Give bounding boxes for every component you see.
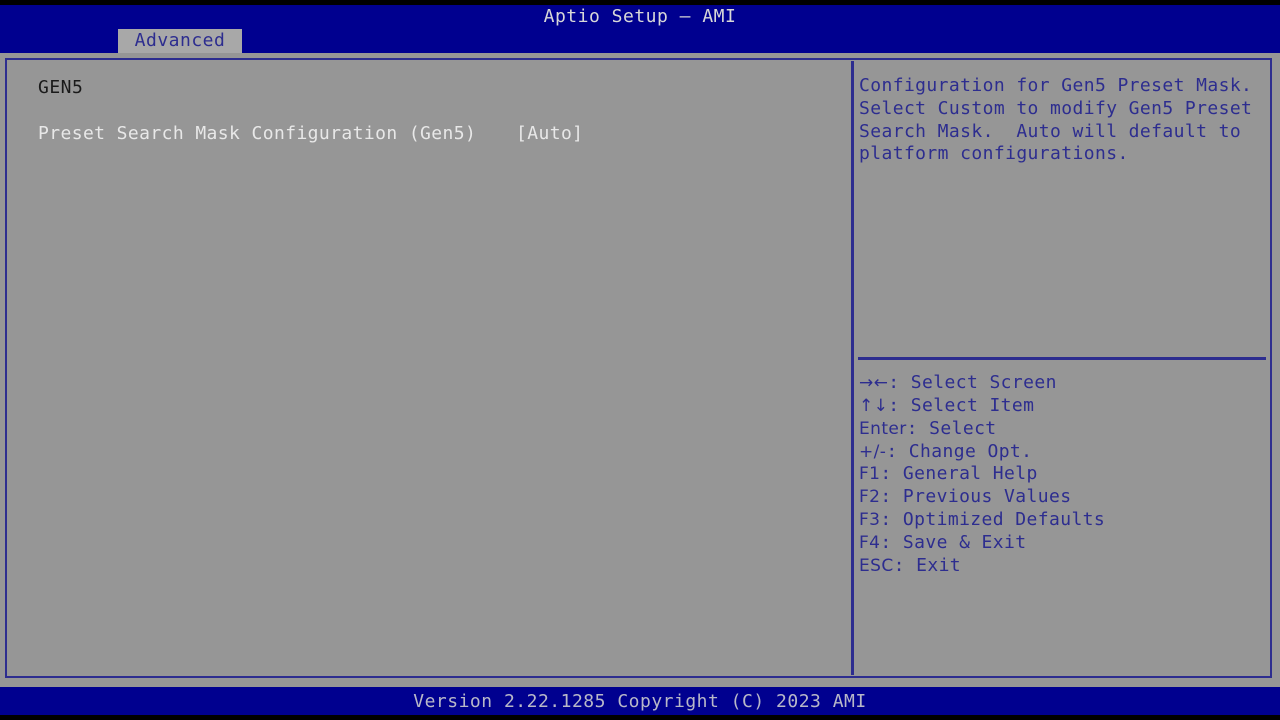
- legend-key-glyph: F4: [859, 532, 881, 553]
- legend-key-glyph: ESC: [859, 555, 894, 576]
- legend-line: ESC: Exit: [859, 555, 1267, 578]
- setting-label: Preset Search Mask Configuration (Gen5): [38, 123, 477, 144]
- legend-separator: :: [880, 463, 903, 485]
- legend-key-glyph: +/-: [859, 441, 887, 462]
- legend-action-label: Optimized Defaults: [902, 509, 1106, 531]
- bios-setup-screen: Aptio Setup – AMI Advanced GEN5 Preset S…: [0, 0, 1280, 720]
- legend-key-glyph: →←: [859, 373, 889, 393]
- help-panel-divider: [858, 357, 1266, 360]
- legend-action-label: Save & Exit: [902, 531, 1027, 553]
- legend-action-label: General Help: [902, 463, 1038, 485]
- group-heading-gen5: GEN5: [38, 77, 84, 98]
- panel-vertical-divider: [851, 61, 854, 675]
- help-panel: Configuration for Gen5 Preset Mask. Sele…: [857, 63, 1267, 673]
- legend-action-label: Select: [929, 417, 997, 439]
- legend-separator: :: [888, 372, 911, 393]
- footer-version: Version 2.22.1285 Copyright (C) 2023 AMI: [413, 691, 867, 712]
- legend-key-glyph: Enter: [859, 418, 907, 439]
- legend-separator: :: [886, 440, 909, 462]
- legend-action-label: Select Item: [910, 394, 1035, 416]
- legend-action-label: Exit: [916, 554, 962, 576]
- legend-separator: :: [880, 531, 903, 553]
- legend-separator: :: [880, 509, 903, 531]
- legend-action-label: Previous Values: [902, 486, 1072, 508]
- footer-gap: [0, 678, 1280, 687]
- legend-separator: :: [880, 486, 903, 508]
- legend-separator: :: [906, 417, 930, 439]
- help-description: Configuration for Gen5 Preset Mask. Sele…: [859, 75, 1275, 165]
- legend-line: F3: Optimized Defaults: [859, 509, 1267, 532]
- key-legend: →←: Select Screen ↑↓: Select Item Enter: S…: [859, 372, 1267, 578]
- legend-line: F2: Previous Values: [859, 486, 1267, 509]
- legend-action-label: Change Opt.: [908, 440, 1033, 462]
- legend-separator: :: [893, 554, 917, 576]
- legend-key-glyph: F3: [859, 510, 881, 531]
- tab-advanced[interactable]: Advanced: [118, 29, 242, 53]
- legend-line: Enter: Select: [859, 418, 1267, 441]
- legend-key-glyph: F2: [859, 487, 881, 508]
- window-title: Aptio Setup – AMI: [543, 6, 737, 27]
- settings-panel: GEN5 Preset Search Mask Configuration (G…: [10, 63, 848, 673]
- setting-value[interactable]: [Auto]: [516, 122, 583, 145]
- legend-line: →←: Select Screen: [859, 372, 1267, 395]
- legend-line: F1: General Help: [859, 463, 1267, 486]
- legend-action-label: Select Screen: [910, 372, 1057, 393]
- legend-line: F4: Save & Exit: [859, 532, 1267, 555]
- legend-line: ↑↓: Select Item: [859, 395, 1267, 418]
- legend-key-glyph: F1: [859, 464, 881, 485]
- legend-line: +/-: Change Opt.: [859, 441, 1267, 464]
- bottom-black-bezel: [0, 715, 1280, 720]
- legend-separator: :: [888, 394, 911, 416]
- legend-key-glyph: ↑↓: [859, 395, 889, 416]
